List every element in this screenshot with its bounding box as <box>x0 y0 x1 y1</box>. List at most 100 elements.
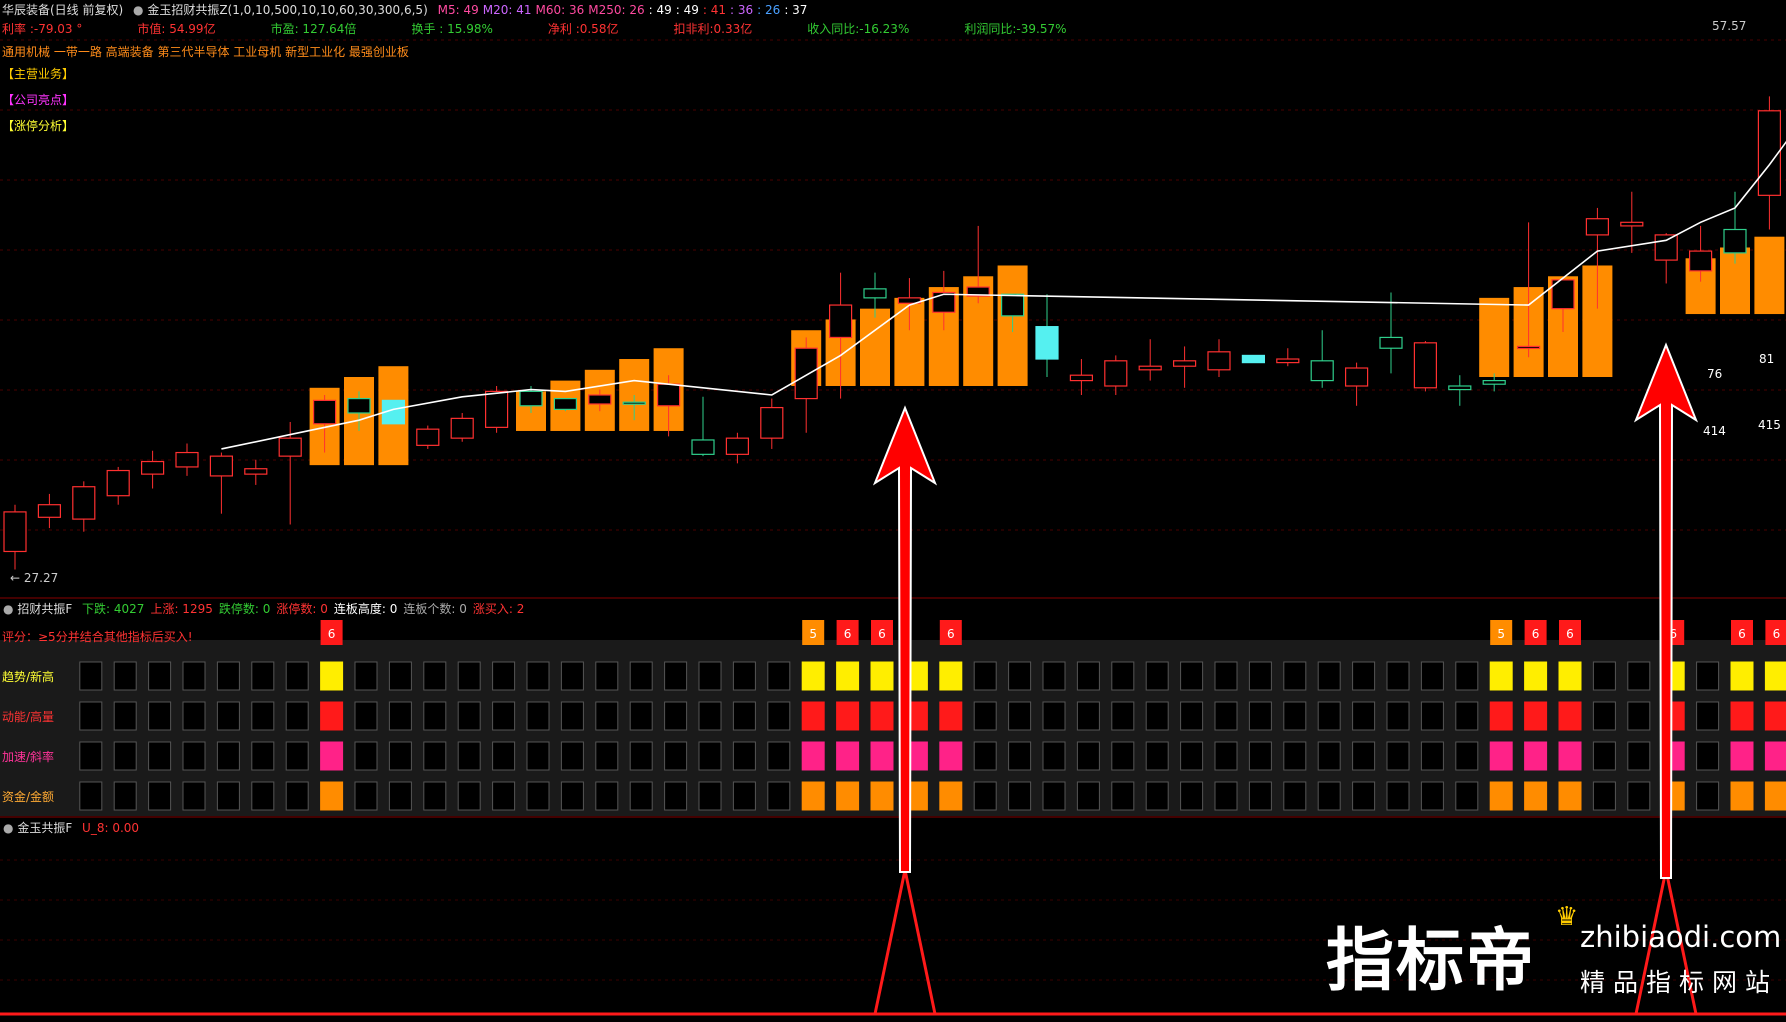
cell-2-0 <box>79 661 103 691</box>
panel2-header: ● 招财共振F 下跌: 4027 上涨: 1295 跌停数: 0 涨停数: 0 连板高度… <box>3 600 530 617</box>
indicator-dot-icon[interactable]: ● <box>133 3 143 17</box>
indicator-title[interactable]: 金玉招财共振Z(1,0,10,500,10,10,60,30,300,6,5) <box>147 3 427 17</box>
cell-45-1 <box>1558 701 1582 731</box>
box-label-414: 414 <box>1703 424 1726 438</box>
candle-33-body <box>1138 365 1162 371</box>
cell-10-2 <box>354 741 378 771</box>
info-tag-0[interactable]: 【主营业务】 <box>2 65 74 82</box>
candle-35-body <box>1207 351 1231 371</box>
cell-43-1 <box>1489 701 1513 731</box>
cell-43-2 <box>1489 741 1513 771</box>
info-tag-2[interactable]: 【涨停分析】 <box>2 117 74 134</box>
cell-6-3 <box>216 781 240 811</box>
zone-4-bar-2 <box>1754 236 1785 315</box>
cell-19-2 <box>664 741 688 771</box>
cell-27-0 <box>939 661 963 691</box>
cell-18-2 <box>629 741 653 771</box>
panel3-title[interactable]: 金玉共振F <box>17 821 72 835</box>
cell-23-2 <box>801 741 825 771</box>
cell-25-1 <box>870 701 894 731</box>
panel2-stat-5: 连板个数: 0 <box>403 602 467 616</box>
cell-45-3 <box>1558 781 1582 811</box>
cell-19-3 <box>664 781 688 811</box>
cell-44-0 <box>1524 661 1548 691</box>
cell-36-0 <box>1248 661 1272 691</box>
cell-21-2 <box>732 741 756 771</box>
cell-40-3 <box>1386 781 1410 811</box>
cell-5-2 <box>182 741 206 771</box>
candle-46-body <box>1585 218 1610 236</box>
candle-44-body <box>1516 345 1541 350</box>
cell-17-0 <box>595 661 619 691</box>
price-low-label: ← 27.27 <box>10 571 59 585</box>
score-text-2: 6 <box>844 627 852 641</box>
ma-value-1: M20: 41 <box>482 3 532 17</box>
cell-18-3 <box>629 781 653 811</box>
candle-10-body <box>347 397 371 414</box>
cell-41-3 <box>1420 781 1444 811</box>
cell-12-0 <box>423 661 447 691</box>
candle-15-body <box>519 390 543 407</box>
cell-5-3 <box>182 781 206 811</box>
candle-24-body <box>828 304 853 339</box>
watermark-brand: 指标帝 <box>1326 922 1537 1001</box>
candle-0-body <box>3 511 27 553</box>
cell-2-2 <box>79 741 103 771</box>
cell-15-3 <box>526 781 550 811</box>
panel2-stat-2: 跌停数: 0 <box>218 602 271 616</box>
cell-20-3 <box>698 781 722 811</box>
cell-4-3 <box>148 781 172 811</box>
stock-title[interactable]: 华辰装备(日线 前复权) <box>2 3 123 17</box>
cell-20-0 <box>698 661 722 691</box>
grid-lines <box>0 39 1786 981</box>
cell-49-0 <box>1696 661 1720 691</box>
cell-11-2 <box>388 741 412 771</box>
ma-readout: M5: 49 M20: 41 M60: 36 M250: 26: 49: 49: 41… <box>438 3 812 17</box>
panel2-title[interactable]: 招财共振F <box>17 602 72 616</box>
cell-42-3 <box>1455 781 1479 811</box>
cell-23-0 <box>801 661 825 691</box>
cell-36-1 <box>1248 701 1272 731</box>
candle-31-body <box>1069 374 1094 382</box>
cell-46-2 <box>1592 741 1616 771</box>
cell-3-2 <box>113 741 137 771</box>
cell-30-1 <box>1042 701 1066 731</box>
cell-36-2 <box>1248 741 1272 771</box>
ma-value-2: M60: 36 <box>535 3 585 17</box>
cell-49-2 <box>1696 741 1720 771</box>
info-tag-1[interactable]: 【公司亮点】 <box>2 91 74 108</box>
cell-25-2 <box>870 741 894 771</box>
candle-37-body <box>1276 358 1300 364</box>
cell-10-1 <box>354 701 378 731</box>
candle-47-body <box>1620 221 1644 227</box>
panel3-dot-icon[interactable]: ● <box>3 821 13 835</box>
cell-51-2 <box>1764 741 1786 771</box>
candle-25-body <box>863 288 887 299</box>
cell-51-1 <box>1764 701 1786 731</box>
cell-27-2 <box>939 741 963 771</box>
panel3-value: U_8: 0.00 <box>82 821 140 835</box>
cell-40-0 <box>1386 661 1410 691</box>
chart-canvas: 65666566666 <box>0 39 1786 1016</box>
cell-49-1 <box>1696 701 1720 731</box>
panel2-dot-icon[interactable]: ● <box>3 602 13 616</box>
candle-43-body <box>1482 379 1506 385</box>
cell-37-0 <box>1283 661 1307 691</box>
cell-11-0 <box>388 661 412 691</box>
cell-29-2 <box>1008 741 1032 771</box>
candle-17-body <box>588 394 612 405</box>
peak-0 <box>873 869 937 1015</box>
candle-7-body <box>244 468 268 475</box>
cell-23-3 <box>801 781 825 811</box>
cell-45-2 <box>1558 741 1582 771</box>
score-text-0: 6 <box>328 627 336 641</box>
cell-44-2 <box>1524 741 1548 771</box>
candle-34-body <box>1172 360 1197 367</box>
zone-3-bar-0 <box>1479 297 1510 378</box>
cell-31-1 <box>1076 701 1100 731</box>
cell-34-3 <box>1180 781 1204 811</box>
fundamental-item-2: 市盈: 127.64倍 <box>270 22 357 36</box>
row-label-trend: 趋势/新高 <box>2 670 55 684</box>
score-text-1: 5 <box>809 627 817 641</box>
cell-31-2 <box>1076 741 1100 771</box>
